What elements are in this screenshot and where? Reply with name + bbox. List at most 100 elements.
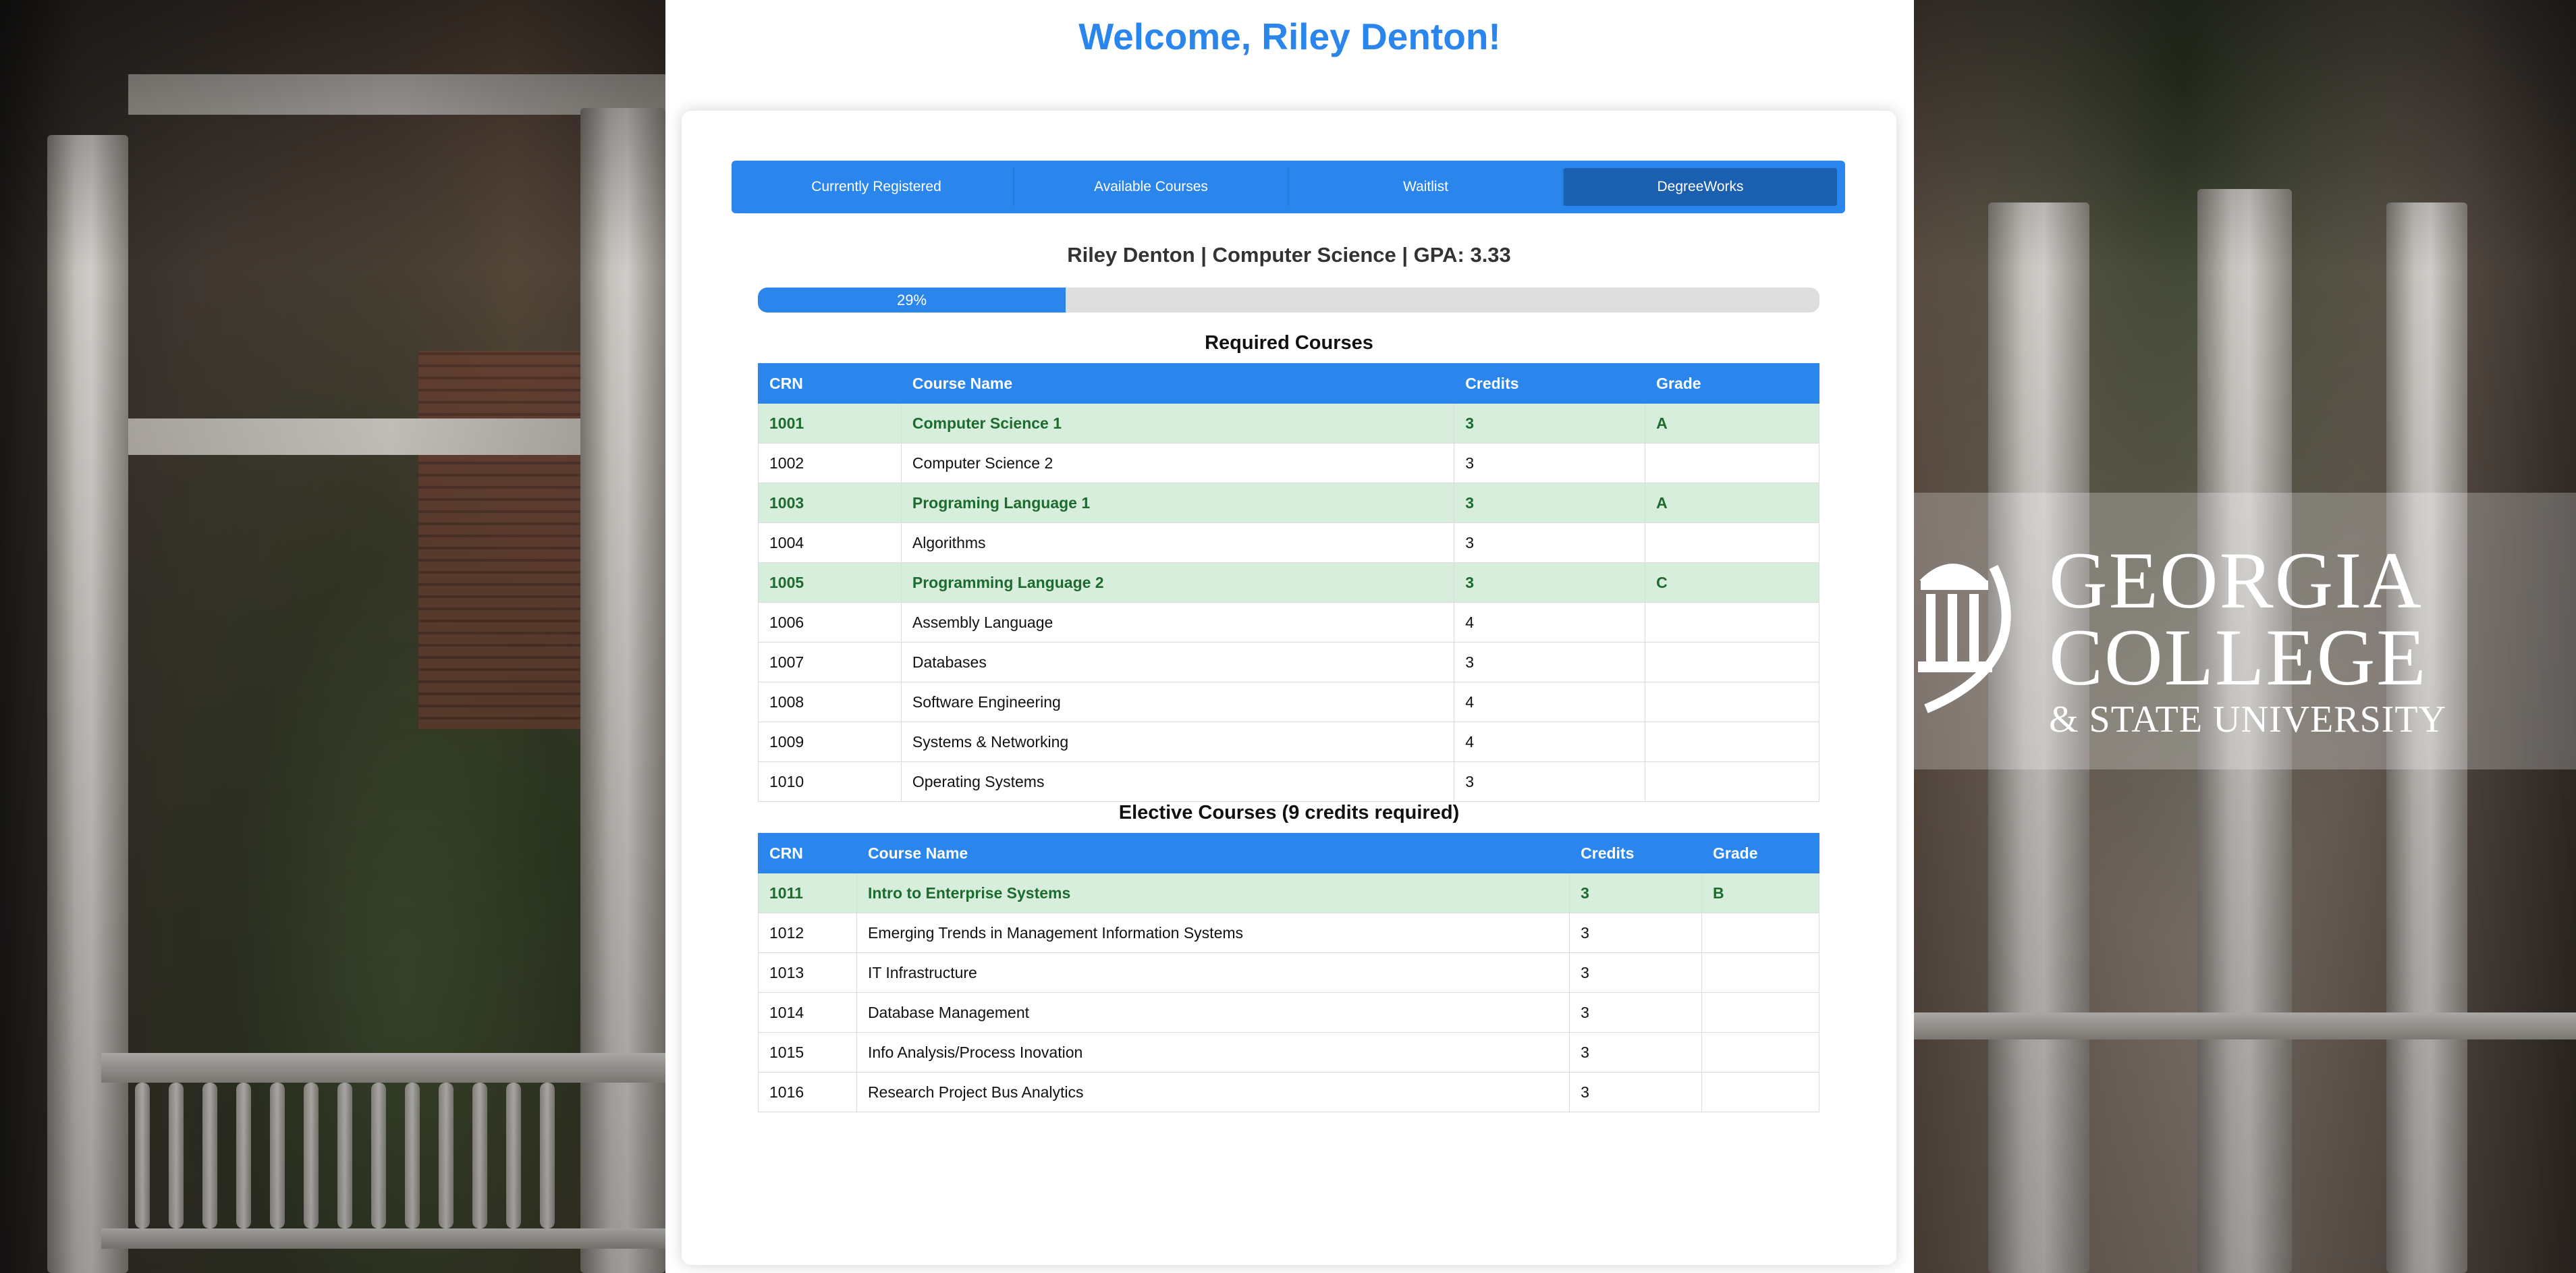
tab-currently-registered[interactable]: Currently Registered	[740, 168, 1014, 206]
background-left-porch	[0, 0, 665, 1273]
crn-cell: 1015	[758, 1032, 857, 1073]
tab-bar: Currently Registered Available Courses W…	[732, 161, 1845, 213]
grade-cell	[1645, 602, 1819, 643]
degree-progress-bar: 29%	[758, 288, 1819, 313]
college-wordmark: GEORGIA COLLEGE & STATE UNIVERSITY	[2049, 535, 2447, 740]
crn-cell: 1010	[758, 761, 902, 802]
grade-cell	[1701, 1072, 1819, 1112]
column-header-course-name: Course Name	[900, 363, 1455, 404]
crn-cell: 1007	[758, 642, 902, 682]
tab-waitlist[interactable]: Waitlist	[1289, 168, 1564, 206]
crn-cell: 1013	[758, 952, 857, 993]
crn-cell: 1008	[758, 682, 902, 722]
course-name-cell: Algorithms	[900, 522, 1455, 563]
grade-cell: A	[1645, 403, 1819, 443]
column-header-crn: CRN	[758, 833, 857, 873]
grade-cell: C	[1645, 562, 1819, 603]
course-name-cell: Programing Language 1	[900, 483, 1455, 523]
table-row: 1006 Assembly Language 4	[758, 602, 1819, 643]
table-row: 1012 Emerging Trends in Management Inform…	[758, 913, 1819, 953]
column-header-credits: Credits	[1454, 363, 1646, 404]
credits-cell: 3	[1454, 642, 1646, 682]
grade-cell	[1645, 682, 1819, 722]
table-row: 1008 Software Engineering 4	[758, 682, 1819, 722]
credits-cell: 4	[1454, 602, 1646, 643]
table-header-row: CRN Course Name Credits Grade	[758, 363, 1819, 404]
table-row: 1001 Computer Science 13A	[758, 403, 1819, 443]
course-name-cell: Systems & Networking	[900, 722, 1455, 762]
required-courses-table: CRN Course Name Credits Grade 1001 Comput…	[758, 363, 1819, 802]
table-row: 1014 Database Management 3	[758, 992, 1819, 1033]
credits-cell: 3	[1454, 403, 1646, 443]
table-row: 1007 Databases 3	[758, 642, 1819, 682]
crn-cell: 1004	[758, 522, 902, 563]
grade-cell	[1645, 642, 1819, 682]
course-name-cell: Software Engineering	[900, 682, 1455, 722]
crn-cell: 1006	[758, 602, 902, 643]
table-row: 1004 Algorithms 3	[758, 522, 1819, 563]
credits-cell: 4	[1454, 682, 1646, 722]
degreeworks-card: Currently Registered Available Courses W…	[682, 111, 1896, 1265]
tab-available-courses[interactable]: Available Courses	[1014, 168, 1289, 206]
grade-cell: A	[1645, 483, 1819, 523]
credits-cell: 3	[1454, 562, 1646, 603]
grade-cell	[1645, 443, 1819, 483]
course-name-cell: Database Management	[856, 992, 1570, 1033]
crn-cell: 1016	[758, 1072, 857, 1112]
table-row: 1005 Programming Language 23C	[758, 562, 1819, 603]
course-name-cell: Intro to Enterprise Systems	[856, 873, 1570, 913]
column-header-grade: Grade	[1701, 833, 1819, 873]
course-name-cell: Emerging Trends in Management Informatio…	[856, 913, 1570, 953]
credits-cell: 3	[1454, 522, 1646, 563]
grade-cell	[1645, 722, 1819, 762]
table-row: 1002 Computer Science 23	[758, 443, 1819, 483]
column-header-credits: Credits	[1569, 833, 1703, 873]
credits-cell: 3	[1569, 1072, 1703, 1112]
crn-cell: 1001	[758, 403, 902, 443]
degree-progress-fill: 29%	[758, 288, 1066, 313]
credits-cell: 3	[1454, 761, 1646, 802]
credits-cell: 4	[1454, 722, 1646, 762]
column-header-grade: Grade	[1645, 363, 1819, 404]
course-name-cell: Programming Language 2	[900, 562, 1455, 603]
crn-cell: 1012	[758, 913, 857, 953]
crn-cell: 1009	[758, 722, 902, 762]
college-dome-logo-icon	[1918, 564, 2011, 713]
course-name-cell: Databases	[900, 642, 1455, 682]
course-name-cell: Computer Science 2	[900, 443, 1455, 483]
course-name-cell: Assembly Language	[900, 602, 1455, 643]
course-name-cell: IT Infrastructure	[856, 952, 1570, 993]
grade-cell	[1701, 1032, 1819, 1073]
required-courses-title: Required Courses	[1205, 332, 1373, 354]
table-row: 1011 Intro to Enterprise Systems 3 B	[758, 873, 1819, 913]
crn-cell: 1005	[758, 562, 902, 603]
table-row: 1010 Operating Systems 3	[758, 761, 1819, 802]
main-panel: Welcome, Riley Denton! Currently Registe…	[665, 0, 1914, 1273]
course-name-cell: Info Analysis/Process Inovation	[856, 1032, 1570, 1073]
credits-cell: 3	[1569, 992, 1703, 1033]
tab-degreeworks[interactable]: DegreeWorks	[1564, 168, 1837, 206]
table-row: 1013 IT Infrastructure 3	[758, 952, 1819, 993]
crn-cell: 1014	[758, 992, 857, 1033]
crn-cell: 1002	[758, 443, 902, 483]
table-header-row: CRN Course Name Credits Grade	[758, 833, 1819, 873]
table-row: 1003 Programing Language 13A	[758, 483, 1819, 523]
grade-cell	[1701, 913, 1819, 953]
grade-cell: B	[1701, 873, 1819, 913]
course-name-cell: Computer Science 1	[900, 403, 1455, 443]
grade-cell	[1701, 952, 1819, 993]
elective-courses-table: CRN Course Name Credits Grade 1011 Intro …	[758, 833, 1819, 1112]
grade-cell	[1645, 522, 1819, 563]
crn-cell: 1011	[758, 873, 857, 913]
credits-cell: 3	[1454, 483, 1646, 523]
credits-cell: 3	[1454, 443, 1646, 483]
table-row: 1015 Info Analysis/Process Inovation 3	[758, 1032, 1819, 1073]
credits-cell: 3	[1569, 1032, 1703, 1073]
credits-cell: 3	[1569, 873, 1703, 913]
grade-cell	[1645, 761, 1819, 802]
course-name-cell: Operating Systems	[900, 761, 1455, 802]
column-header-course-name: Course Name	[856, 833, 1570, 873]
course-name-cell: Research Project Bus Analytics	[856, 1072, 1570, 1112]
page-title: Welcome, Riley Denton!	[1078, 16, 1501, 57]
credits-cell: 3	[1569, 952, 1703, 993]
